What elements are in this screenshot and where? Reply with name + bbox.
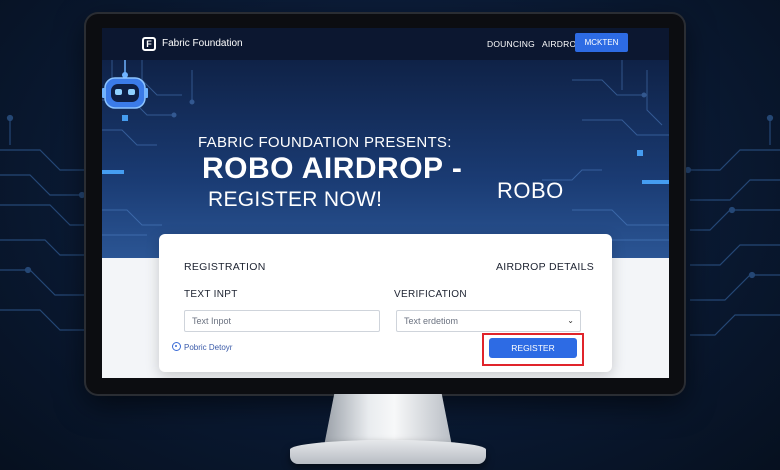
robot-icon — [102, 60, 148, 109]
helper-text: Pobric Detoyr — [184, 343, 233, 352]
verification-value: Text erdetiom — [404, 316, 459, 326]
monitor: F Fabric Foundation DOUNCING AIRDROP MCK… — [86, 14, 684, 394]
text-input-label: TEXT INPT — [184, 289, 238, 300]
screen: F Fabric Foundation DOUNCING AIRDROP MCK… — [102, 28, 669, 378]
text-input-placeholder: Text Inpot — [192, 316, 232, 326]
verification-label: VERIFICATION — [394, 289, 467, 300]
registration-heading: REGISTRATION — [184, 261, 266, 273]
airdrop-details-heading[interactable]: AIRDROP DETAILS — [496, 261, 594, 273]
fabric-logo-icon: F — [142, 37, 156, 51]
navbar: F Fabric Foundation DOUNCING AIRDROP MCK… — [102, 28, 669, 60]
brand-name[interactable]: Fabric Foundation — [162, 38, 243, 49]
hero-banner: FABRIC FOUNDATION PRESENTS: ROBO AIRDROP… — [102, 60, 669, 258]
verification-select[interactable]: Text erdetiom ⌄ — [396, 310, 581, 332]
monitor-stand-base — [290, 440, 486, 464]
helper-link[interactable]: Pobric Detoyr — [172, 342, 233, 352]
monitor-stand-neck — [324, 394, 452, 446]
registration-card: REGISTRATION AIRDROP DETAILS TEXT INPT T… — [159, 234, 612, 372]
hero-pretitle: FABRIC FOUNDATION PRESENTS: — [198, 134, 452, 151]
hero-subtitle: REGISTER NOW! — [208, 188, 383, 211]
robo-label: ROBO — [497, 178, 564, 203]
text-input[interactable]: Text Inpot — [184, 310, 380, 332]
chevron-down-icon: ⌄ — [567, 316, 574, 325]
nav-link-douncing[interactable]: DOUNCING — [487, 39, 535, 49]
nav-cta-button[interactable]: MCKTEN — [575, 33, 628, 52]
hero-title: ROBO AIRDROP - — [202, 152, 463, 185]
register-button[interactable]: REGISTER — [489, 338, 577, 358]
info-circle-icon — [172, 342, 181, 351]
